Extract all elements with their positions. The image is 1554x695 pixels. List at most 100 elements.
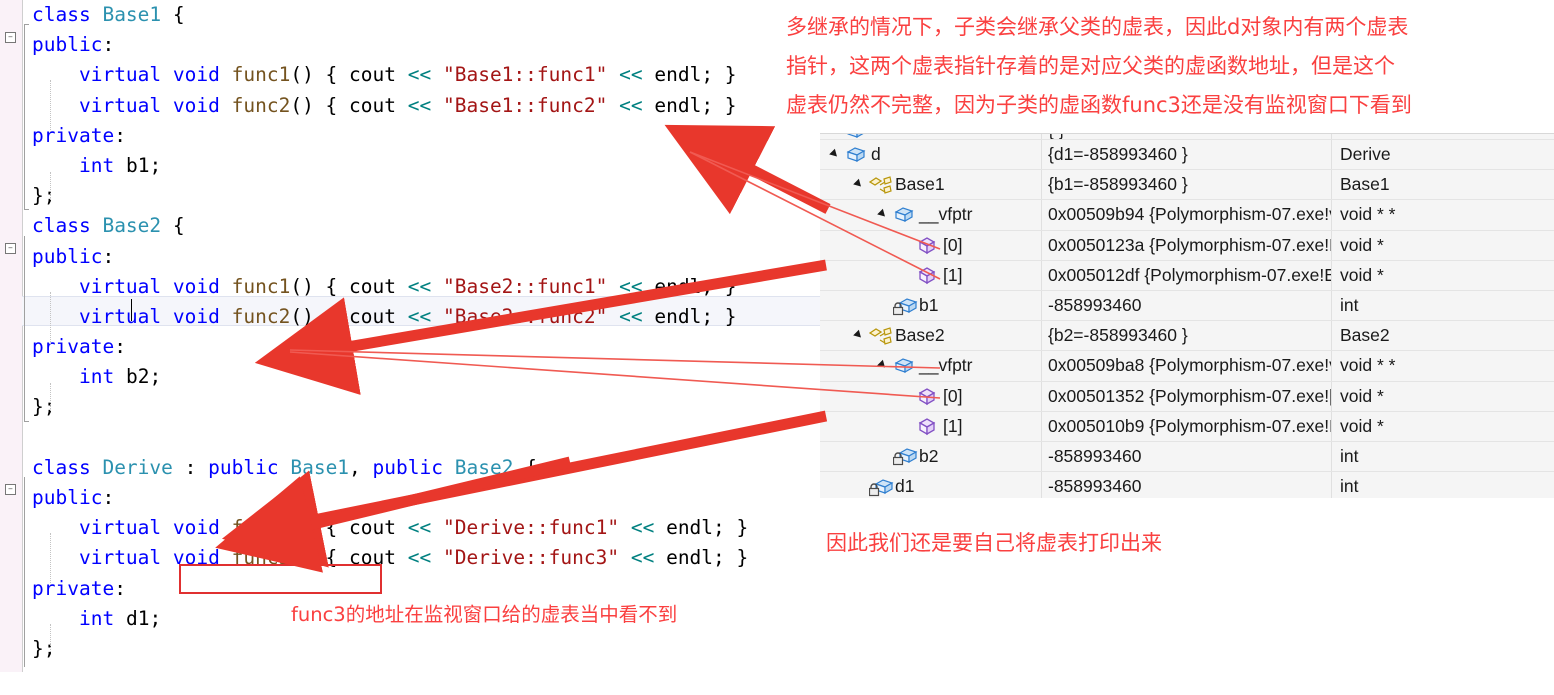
text-caret bbox=[131, 299, 132, 321]
watch-row-value[interactable]: -858993460 bbox=[1042, 441, 1332, 472]
watch-row[interactable]: { } bbox=[820, 134, 1554, 140]
scope-bar-base1-top bbox=[24, 24, 29, 25]
indent-guide-6 bbox=[50, 624, 51, 652]
watch-row[interactable]: b2 -858993460 int bbox=[820, 441, 1554, 473]
watch-row-name-cell[interactable]: [1] bbox=[820, 260, 1042, 290]
watch-row-name-cell[interactable]: __vfptr bbox=[820, 200, 1042, 230]
watch-row[interactable]: [0] 0x00501352 {Polymorphism-07.exe![t...… bbox=[820, 381, 1554, 412]
code-line[interactable]: }; bbox=[22, 634, 830, 664]
indent-guide-3 bbox=[50, 292, 51, 344]
expander-placeholder bbox=[902, 239, 915, 252]
expander-placeholder bbox=[878, 299, 891, 312]
watch-row-name-cell[interactable]: d bbox=[820, 140, 1042, 170]
collapse-toggle-derive[interactable]: – bbox=[5, 484, 16, 495]
code-line[interactable] bbox=[22, 423, 830, 453]
code-text[interactable]: class Base1 {public: virtual void func1(… bbox=[22, 0, 830, 664]
watch-row-name-cell[interactable]: __vfptr bbox=[820, 351, 1042, 381]
watch-row-name-cell[interactable]: d1 bbox=[820, 472, 1042, 498]
code-editor[interactable]: class Base1 {public: virtual void func1(… bbox=[0, 0, 830, 672]
code-line[interactable]: }; bbox=[22, 392, 830, 422]
watch-row-value[interactable]: 0x00509ba8 {Polymorphism-07.exe!v... bbox=[1042, 351, 1332, 381]
watch-row-name-cell[interactable]: b2 bbox=[820, 441, 1042, 472]
code-line[interactable]: int b1; bbox=[22, 151, 830, 181]
code-line[interactable]: private: bbox=[22, 121, 830, 151]
watch-row-value[interactable]: 0x00501352 {Polymorphism-07.exe![t... bbox=[1042, 381, 1332, 411]
func3-highlight-box bbox=[179, 564, 382, 594]
private-field-icon bbox=[892, 297, 918, 315]
watch-row-type bbox=[1332, 134, 1554, 139]
watch-row[interactable]: [0] 0x0050123a {Polymorphism-07.exe!D... v… bbox=[820, 230, 1554, 261]
watch-row-value[interactable]: -858993460 bbox=[1042, 290, 1332, 321]
watch-row-name-cell[interactable]: [0] bbox=[820, 230, 1042, 260]
code-line[interactable]: virtual void func3() { cout << "Derive::… bbox=[22, 543, 830, 573]
watch-row-value[interactable]: -858993460 bbox=[1042, 472, 1332, 498]
watch-row-name-cell[interactable]: Base1 bbox=[820, 170, 1042, 200]
expander-expanded-icon[interactable] bbox=[854, 178, 867, 191]
watch-row-name-cell[interactable]: b1 bbox=[820, 290, 1042, 321]
watch-row[interactable]: b1 -858993460 int bbox=[820, 290, 1554, 322]
watch-row-value[interactable]: { } bbox=[1042, 134, 1332, 139]
window-bottom-strip bbox=[0, 672, 1554, 695]
collapse-toggle-base1[interactable]: – bbox=[5, 32, 16, 43]
object-icon bbox=[845, 134, 867, 139]
watch-row[interactable]: [1] 0x005012df {Polymorphism-07.exe!B... v… bbox=[820, 260, 1554, 291]
watch-row-label: d bbox=[871, 144, 881, 165]
watch-window[interactable]: { } d {d1=-858993460 } Derive Base1 {b1=-8589… bbox=[820, 133, 1554, 498]
watch-row-type: int bbox=[1340, 445, 1359, 466]
code-line[interactable]: public: bbox=[22, 30, 830, 60]
watch-row-value[interactable]: {d1=-858993460 } bbox=[1042, 140, 1332, 170]
watch-row[interactable]: __vfptr 0x00509ba8 {Polymorphism-07.exe!v… bbox=[820, 351, 1554, 382]
watch-row-value[interactable]: {b1=-858993460 } bbox=[1042, 170, 1332, 200]
code-line[interactable]: private: bbox=[22, 332, 830, 362]
code-line[interactable]: int b2; bbox=[22, 362, 830, 392]
indent-guide-2 bbox=[50, 172, 51, 200]
watch-row-value[interactable]: 0x0050123a {Polymorphism-07.exe!D... bbox=[1042, 230, 1332, 260]
watch-row-label: [1] bbox=[943, 264, 963, 285]
watch-row-name-cell[interactable] bbox=[820, 134, 1042, 139]
code-line[interactable]: virtual void func1() { cout << "Base1::f… bbox=[22, 60, 830, 90]
annotation-top-line2: 指针，这两个虚表指针存着的是对应父类的虚函数地址，但是这个 bbox=[786, 54, 1395, 78]
watch-row-name-cell[interactable]: Base2 bbox=[820, 321, 1042, 351]
watch-row-type: int bbox=[1340, 295, 1359, 316]
watch-row[interactable]: d {d1=-858993460 } Derive bbox=[820, 140, 1554, 171]
watch-row-type: void * bbox=[1340, 234, 1384, 255]
expander-expanded-icon[interactable] bbox=[854, 329, 867, 342]
watch-row[interactable]: Base2 {b2=-858993460 } Base2 bbox=[820, 321, 1554, 352]
watch-row-label: __vfptr bbox=[919, 355, 973, 376]
code-line[interactable]: virtual void func1() { cout << "Base2::f… bbox=[22, 272, 830, 302]
code-line[interactable]: class Derive : public Base1, public Base… bbox=[22, 453, 830, 483]
code-line[interactable]: public: bbox=[22, 242, 830, 272]
indent-guide-5 bbox=[50, 533, 51, 585]
collapse-toggle-base2[interactable]: – bbox=[5, 243, 16, 254]
indent-guide-4 bbox=[50, 383, 51, 411]
code-line[interactable]: class Base1 { bbox=[22, 0, 830, 30]
code-line[interactable]: virtual void func2() { cout << "Base1::f… bbox=[22, 91, 830, 121]
editor-change-margin bbox=[0, 0, 22, 672]
base-class-icon bbox=[868, 326, 892, 345]
watch-row[interactable]: __vfptr 0x00509b94 {Polymorphism-07.exe!v… bbox=[820, 200, 1554, 231]
watch-row-type: void * * bbox=[1340, 355, 1396, 376]
scope-bar-base2-bottom bbox=[24, 421, 29, 422]
watch-row-value[interactable]: {b2=-858993460 } bbox=[1042, 321, 1332, 351]
watch-row[interactable]: [1] 0x005010b9 {Polymorphism-07.exe!B... v… bbox=[820, 411, 1554, 442]
code-line[interactable]: virtual void func2() { cout << "Base2::f… bbox=[22, 302, 830, 332]
code-line[interactable]: class Base2 { bbox=[22, 211, 830, 241]
array-element-icon bbox=[917, 387, 939, 406]
watch-row-value[interactable]: 0x005010b9 {Polymorphism-07.exe!B... bbox=[1042, 411, 1332, 441]
code-line[interactable]: virtual void func1() { cout << "Derive::… bbox=[22, 513, 830, 543]
expander-expanded-icon[interactable] bbox=[830, 148, 843, 161]
code-line[interactable]: public: bbox=[22, 483, 830, 513]
expander-expanded-icon[interactable] bbox=[878, 208, 891, 221]
watch-row[interactable]: d1 -858993460 int bbox=[820, 472, 1554, 498]
indent-guide-1 bbox=[50, 80, 51, 132]
watch-row-value[interactable]: 0x00509b94 {Polymorphism-07.exe!v... bbox=[1042, 200, 1332, 230]
watch-row-label: [0] bbox=[943, 234, 963, 255]
expander-expanded-icon[interactable] bbox=[878, 359, 891, 372]
watch-row-label: [1] bbox=[943, 415, 963, 436]
watch-row-name-cell[interactable]: [0] bbox=[820, 381, 1042, 411]
watch-row-value[interactable]: 0x005012df {Polymorphism-07.exe!B... bbox=[1042, 260, 1332, 290]
watch-row[interactable]: Base1 {b1=-858993460 } Base1 bbox=[820, 170, 1554, 201]
expander-placeholder bbox=[902, 269, 915, 282]
watch-row-name-cell[interactable]: [1] bbox=[820, 411, 1042, 441]
code-line[interactable]: }; bbox=[22, 181, 830, 211]
